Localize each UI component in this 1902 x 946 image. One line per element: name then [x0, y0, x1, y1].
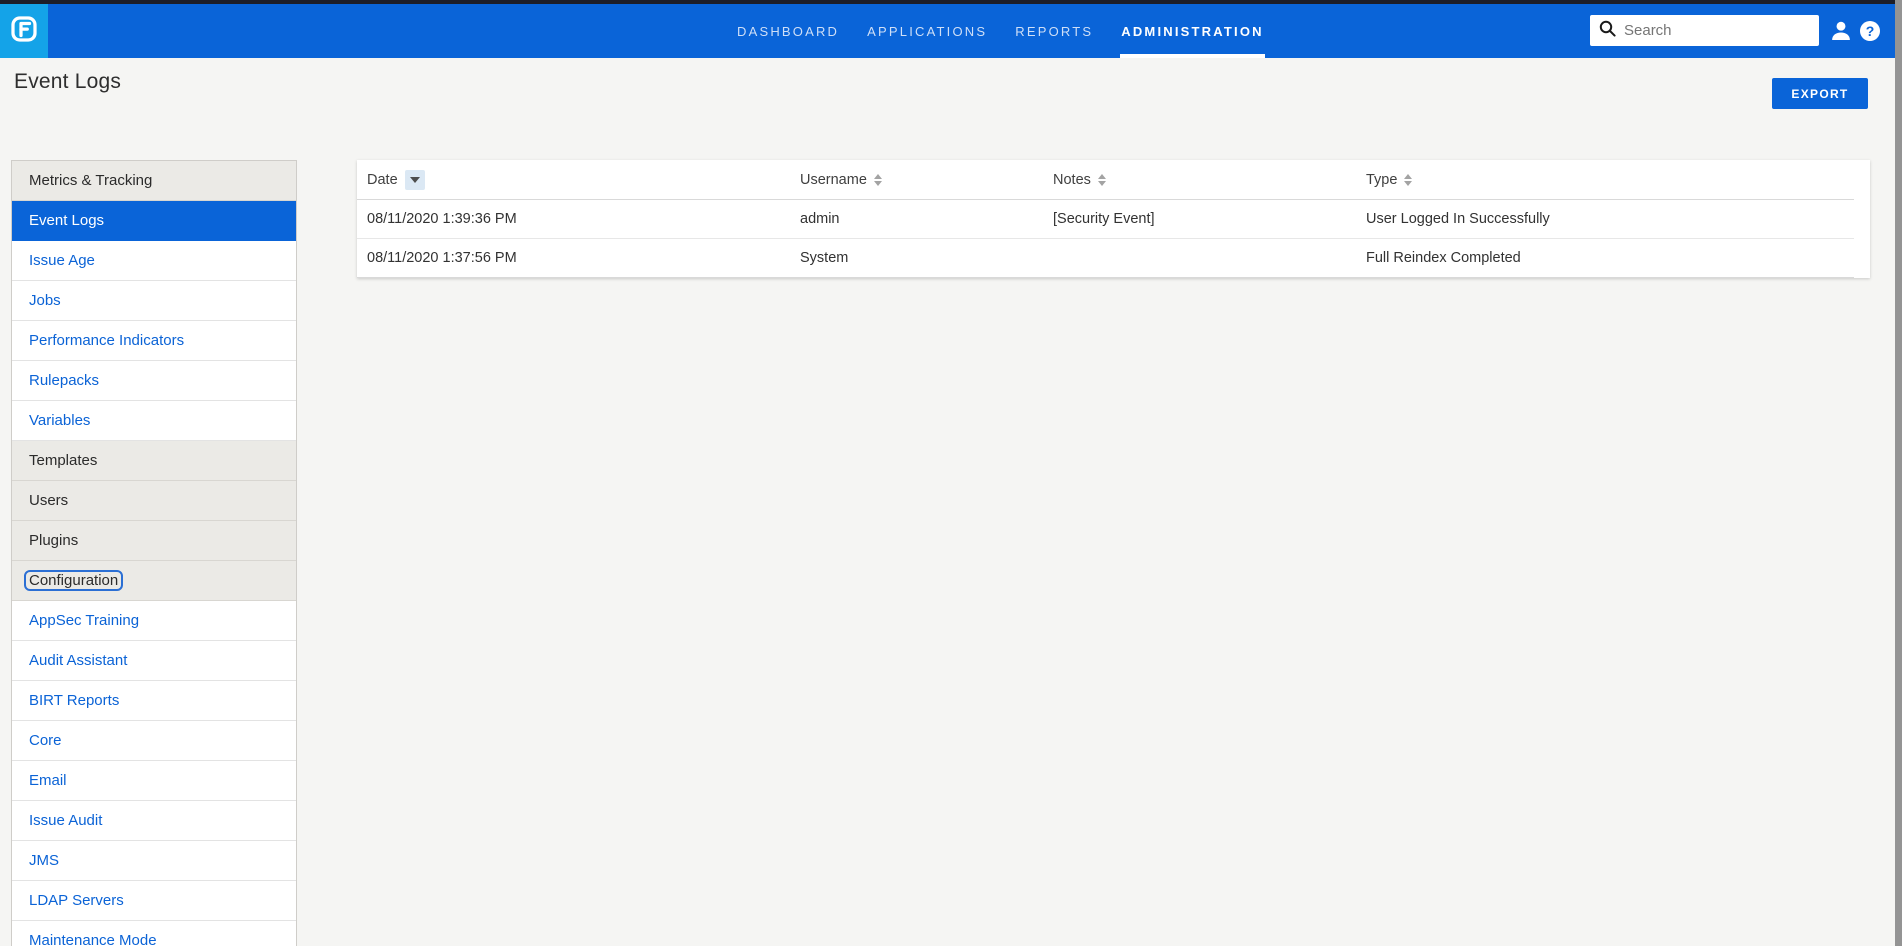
vertical-scrollbar — [1895, 0, 1902, 946]
sidebar-section-configuration-label: Configuration — [24, 570, 123, 591]
sort-updown-icon — [874, 174, 882, 186]
sidebar-item-issue-age[interactable]: Issue Age — [12, 241, 296, 281]
column-header-type-label: Type — [1366, 172, 1397, 188]
sidebar-item-event-logs[interactable]: Event Logs — [12, 201, 296, 241]
help-button[interactable]: ? — [1860, 21, 1880, 41]
cell-type: User Logged In Successfully — [1366, 211, 1854, 227]
sort-updown-icon — [1404, 174, 1412, 186]
sidebar-item-variables[interactable]: Variables — [12, 401, 296, 441]
window-top-strip — [0, 0, 1902, 4]
top-navigation-bar: DASHBOARD APPLICATIONS REPORTS ADMINISTR… — [0, 4, 1902, 58]
cell-notes: [Security Event] — [1053, 211, 1366, 227]
sidebar-section-plugins[interactable]: Plugins — [12, 521, 296, 561]
sidebar-item-performance-indicators[interactable]: Performance Indicators — [12, 321, 296, 361]
nav-dashboard[interactable]: DASHBOARD — [736, 4, 840, 58]
column-header-type[interactable]: Type — [1366, 172, 1854, 188]
global-search[interactable] — [1590, 15, 1819, 46]
table-row: 08/11/2020 1:39:36 PM admin [Security Ev… — [357, 200, 1854, 239]
sidebar-item-issue-audit[interactable]: Issue Audit — [12, 801, 296, 841]
column-header-username-label: Username — [800, 172, 867, 188]
user-icon — [1828, 31, 1854, 48]
table-row: 08/11/2020 1:37:56 PM System Full Reinde… — [357, 239, 1854, 278]
scrollbar-thumb[interactable] — [1895, 0, 1902, 946]
help-icon: ? — [1866, 24, 1875, 38]
sidebar-item-rulepacks[interactable]: Rulepacks — [12, 361, 296, 401]
sidebar-item-ldap-servers[interactable]: LDAP Servers — [12, 881, 296, 921]
sidebar-item-audit-assistant[interactable]: Audit Assistant — [12, 641, 296, 681]
fortify-f-icon — [9, 14, 39, 49]
event-logs-table: Date Username Notes Type 08/11/2020 1:39… — [357, 160, 1870, 278]
sort-desc-icon — [405, 170, 425, 190]
cell-date: 08/11/2020 1:39:36 PM — [357, 211, 800, 227]
sidebar-item-jobs[interactable]: Jobs — [12, 281, 296, 321]
sidebar-section-configuration[interactable]: Configuration — [12, 561, 296, 601]
cell-username: System — [800, 250, 1053, 266]
cell-date: 08/11/2020 1:37:56 PM — [357, 250, 800, 266]
column-header-date[interactable]: Date — [357, 170, 800, 190]
sidebar-item-maintenance-mode[interactable]: Maintenance Mode — [12, 921, 296, 946]
nav-administration[interactable]: ADMINISTRATION — [1120, 4, 1265, 58]
admin-sidebar: Metrics & Tracking Event Logs Issue Age … — [11, 160, 297, 946]
nav-applications[interactable]: APPLICATIONS — [866, 4, 988, 58]
main-nav: DASHBOARD APPLICATIONS REPORTS ADMINISTR… — [736, 4, 1265, 58]
sidebar-item-jms[interactable]: JMS — [12, 841, 296, 881]
cell-username: admin — [800, 211, 1053, 227]
sidebar-item-core[interactable]: Core — [12, 721, 296, 761]
page-title: Event Logs — [14, 70, 121, 94]
column-header-date-label: Date — [367, 172, 398, 188]
cell-type: Full Reindex Completed — [1366, 250, 1854, 266]
sidebar-item-appsec-training[interactable]: AppSec Training — [12, 601, 296, 641]
sidebar-section-templates[interactable]: Templates — [12, 441, 296, 481]
column-header-notes-label: Notes — [1053, 172, 1091, 188]
brand-logo[interactable] — [0, 4, 48, 58]
sort-updown-icon — [1098, 174, 1106, 186]
nav-reports[interactable]: REPORTS — [1014, 4, 1094, 58]
sidebar-item-email[interactable]: Email — [12, 761, 296, 801]
column-header-username[interactable]: Username — [800, 172, 1053, 188]
table-header-row: Date Username Notes Type — [357, 160, 1854, 200]
search-input[interactable] — [1624, 22, 1823, 39]
search-icon — [1599, 20, 1616, 42]
export-button[interactable]: EXPORT — [1772, 78, 1868, 109]
sidebar-section-users[interactable]: Users — [12, 481, 296, 521]
sidebar-section-metrics-tracking[interactable]: Metrics & Tracking — [12, 161, 296, 201]
column-header-notes[interactable]: Notes — [1053, 172, 1366, 188]
sidebar-item-birt-reports[interactable]: BIRT Reports — [12, 681, 296, 721]
user-account-button[interactable] — [1828, 18, 1854, 44]
